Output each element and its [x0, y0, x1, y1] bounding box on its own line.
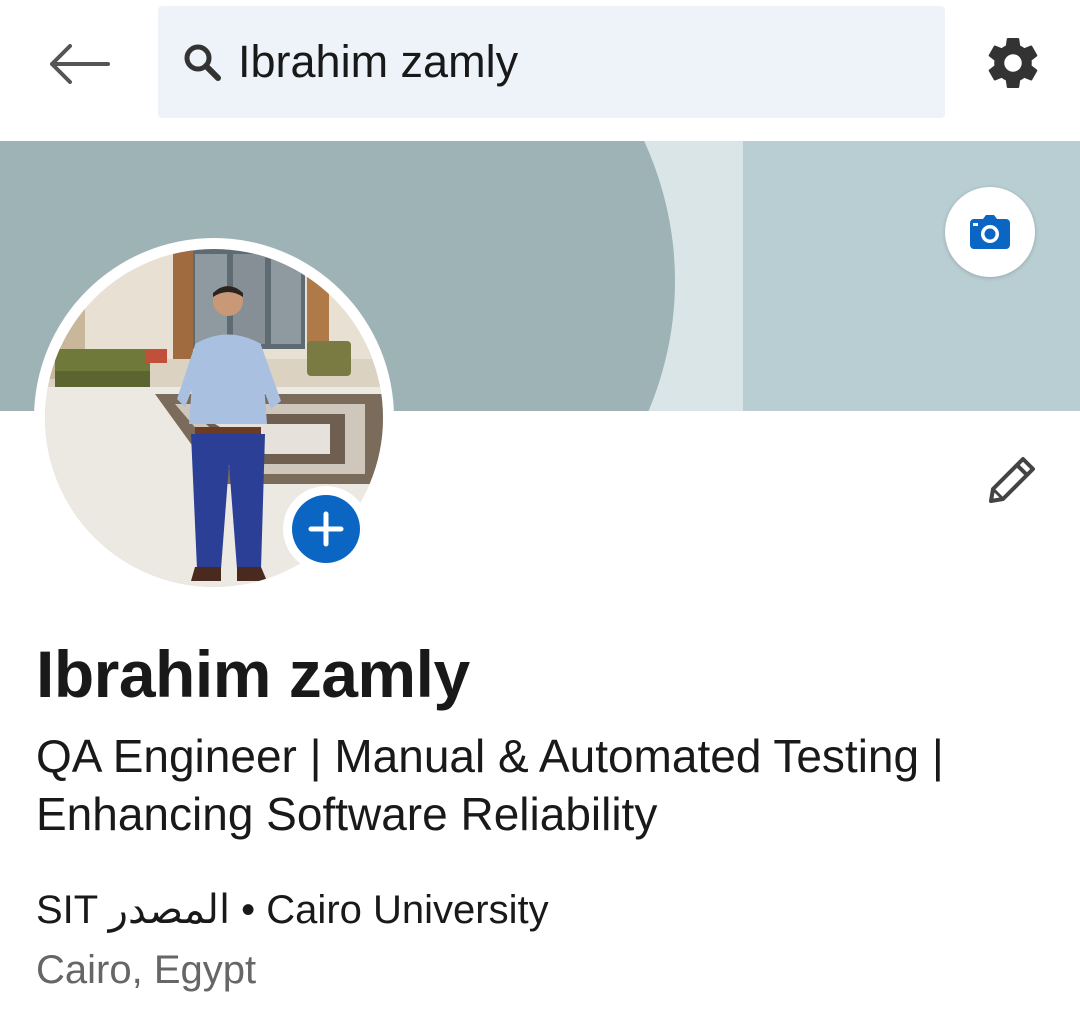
add-photo-button[interactable] [283, 486, 369, 572]
edit-banner-button[interactable] [945, 187, 1035, 277]
add-photo-circle [292, 495, 360, 563]
arrow-left-icon [50, 44, 110, 84]
profile-name: Ibrahim zamly [36, 637, 470, 711]
profile-location: Cairo, Egypt [36, 948, 257, 992]
profile-headline: QA Engineer | Manual & Automated Testing… [36, 730, 944, 840]
camera-icon [970, 215, 1010, 249]
profile-education[interactable]: SIT المصدر • Cairo University [36, 884, 549, 936]
top-bar [0, 0, 1080, 141]
back-button[interactable] [38, 28, 118, 100]
search-icon [182, 40, 226, 84]
settings-button[interactable] [975, 25, 1051, 101]
search-input[interactable] [238, 36, 918, 88]
search-bar[interactable] [158, 6, 945, 118]
pencil-icon [989, 457, 1035, 503]
plus-icon [308, 511, 344, 547]
gear-icon [988, 38, 1038, 88]
edit-profile-button[interactable] [978, 448, 1044, 514]
